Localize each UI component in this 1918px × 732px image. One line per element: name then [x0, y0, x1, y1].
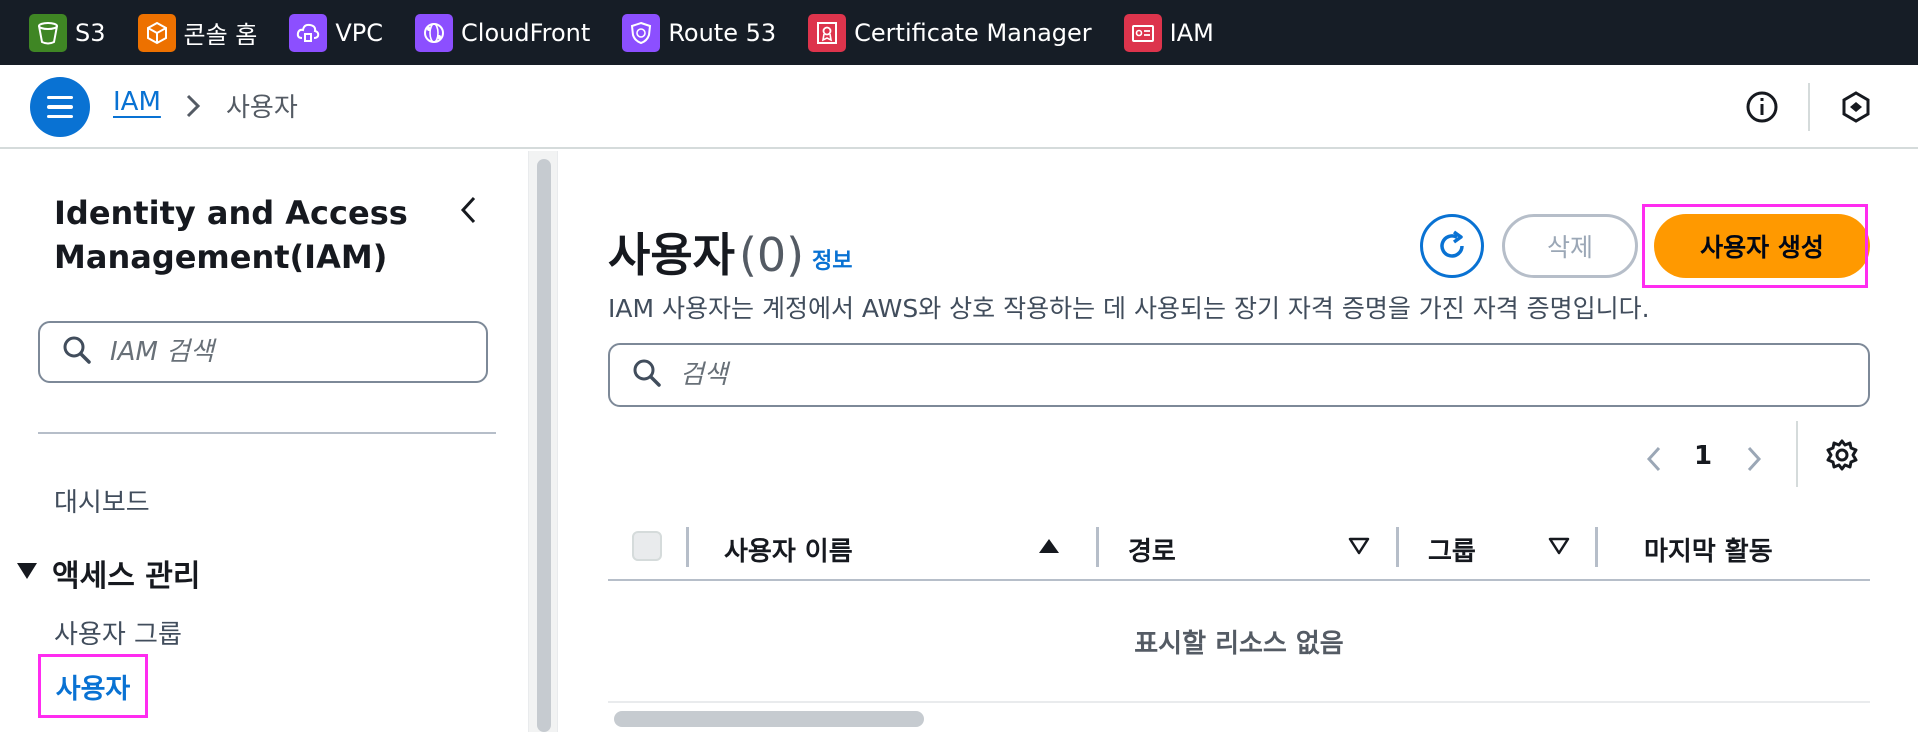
column-header-group[interactable]: 그룹: [1428, 531, 1476, 568]
chevron-right-icon: [183, 91, 203, 125]
nav-divider: [38, 432, 496, 434]
favorite-route53[interactable]: Route 53: [622, 13, 776, 53]
column-header-username[interactable]: 사용자 이름: [724, 531, 853, 568]
page-description: IAM 사용자는 계정에서 AWS와 상호 작용하는 데 사용되는 장기 자격 …: [608, 294, 1650, 323]
side-navigation: Identity and Access Management(IAM) 대시보드…: [0, 151, 528, 732]
nav-search-input[interactable]: [108, 336, 448, 368]
info-link[interactable]: 정보: [812, 243, 852, 275]
service-favorites-bar: S3 콘솔 홈 VPC CloudFront Route 53 Certific…: [0, 0, 1918, 65]
favorite-label: Route 53: [668, 18, 777, 47]
column-header-path[interactable]: 경로: [1128, 531, 1176, 568]
favorite-console-home[interactable]: 콘솔 홈: [137, 13, 258, 53]
breadcrumb-root-link[interactable]: IAM: [113, 87, 161, 117]
favorite-label: VPC: [335, 18, 384, 47]
favorite-label: S3: [75, 18, 106, 47]
table-bottom-border: [608, 701, 1870, 703]
iam-badge-icon: [1123, 13, 1162, 52]
favorite-vpc[interactable]: VPC: [289, 13, 383, 53]
search-icon: [632, 358, 662, 392]
hamburger-icon-line: [47, 114, 73, 119]
favorite-certificate-manager[interactable]: Certificate Manager: [808, 13, 1092, 53]
user-search-field[interactable]: [608, 343, 1870, 407]
users-table-header: 사용자 이름 경로 그룹 마지막 활동: [608, 511, 1870, 581]
chevron-left-icon[interactable]: [1638, 439, 1670, 479]
favorite-iam[interactable]: IAM: [1123, 13, 1214, 53]
nav-scrollbar[interactable]: [528, 151, 558, 732]
certificate-icon: [808, 13, 847, 52]
vpc-cloud-icon: [289, 13, 328, 52]
hamburger-icon: [47, 95, 73, 100]
header-divider: [1808, 83, 1810, 131]
gear-icon[interactable]: [1822, 435, 1862, 475]
favorite-label: Certificate Manager: [854, 18, 1092, 47]
breadcrumb-header: IAM 사용자: [0, 65, 1918, 149]
select-all-checkbox[interactable]: [632, 531, 662, 561]
favorite-label: 콘솔 홈: [183, 21, 258, 49]
create-user-button[interactable]: 사용자 생성: [1654, 214, 1870, 278]
empty-state-text: 표시할 리소스 없음: [1134, 629, 1344, 659]
favorite-cloudfront[interactable]: CloudFront: [415, 13, 590, 53]
refresh-icon: [1440, 230, 1464, 258]
nav-search-field[interactable]: [38, 321, 488, 383]
user-count: (0): [738, 228, 805, 282]
chevron-right-icon[interactable]: [1738, 439, 1770, 479]
info-circle-icon[interactable]: [1741, 86, 1783, 128]
chevron-left-icon[interactable]: [452, 193, 486, 227]
nav-section-label: 액세스 관리: [52, 559, 201, 594]
pager-divider: [1796, 421, 1798, 487]
nav-item-users[interactable]: 사용자: [38, 654, 148, 718]
sort-descending-icon[interactable]: [1346, 535, 1372, 557]
s3-bucket-icon: [29, 13, 67, 52]
favorite-label: IAM: [1169, 18, 1214, 47]
column-resizer[interactable]: [1096, 527, 1099, 567]
nav-section-access-management[interactable]: 액세스 관리: [16, 551, 200, 595]
breadcrumb-current: 사용자: [226, 93, 298, 123]
horizontal-scrollbar-thumb[interactable]: [614, 711, 924, 727]
favorite-s3[interactable]: S3: [29, 13, 106, 53]
sort-descending-icon[interactable]: [1546, 535, 1572, 557]
nav-scrollbar-thumb[interactable]: [537, 159, 551, 732]
hamburger-icon-line: [47, 105, 73, 109]
user-search-input[interactable]: [678, 359, 1828, 391]
column-header-last-activity[interactable]: 마지막 활동: [1644, 531, 1773, 568]
caret-down-icon: [16, 561, 38, 585]
security-shield-icon[interactable]: [1835, 86, 1877, 128]
menu-toggle-button[interactable]: [30, 77, 90, 137]
nav-item-dashboard[interactable]: 대시보드: [54, 482, 150, 519]
delete-button[interactable]: 삭제: [1502, 214, 1638, 278]
console-home-cube-icon: [137, 13, 176, 52]
search-icon: [62, 335, 92, 369]
main-content: 사용자(0) 정보 IAM 사용자는 계정에서 AWS와 상호 작용하는 데 사…: [560, 151, 1918, 732]
nav-title: Identity and Access Management(IAM): [54, 194, 408, 276]
route53-shield-icon: [622, 13, 661, 52]
nav-item-users-label: 사용자: [55, 673, 131, 705]
page-title-text: 사용자: [608, 228, 735, 282]
column-resizer[interactable]: [686, 527, 689, 567]
nav-item-user-groups[interactable]: 사용자 그룹: [54, 614, 182, 651]
current-page-number[interactable]: 1: [1688, 441, 1718, 471]
cloudfront-globe-icon: [415, 13, 454, 52]
column-resizer[interactable]: [1595, 527, 1598, 567]
page-title: 사용자(0): [608, 219, 804, 285]
sort-ascending-icon[interactable]: [1036, 535, 1062, 557]
refresh-button[interactable]: [1420, 214, 1484, 278]
column-resizer[interactable]: [1396, 527, 1399, 567]
favorite-label: CloudFront: [461, 18, 591, 47]
